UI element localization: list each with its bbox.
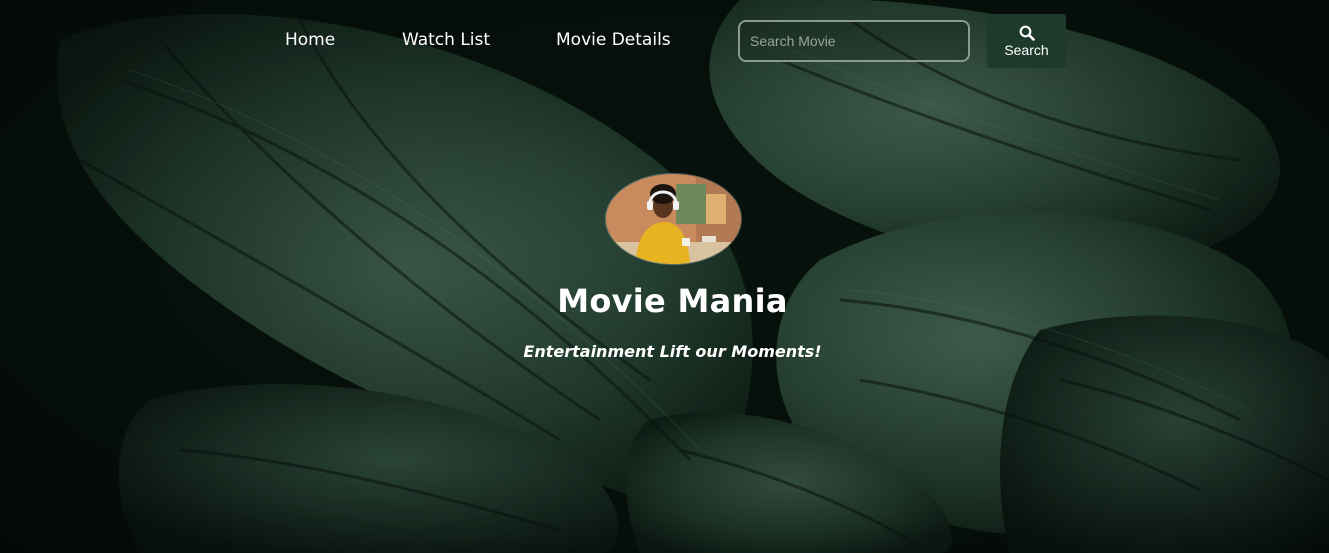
nav-link-watch-list[interactable]: Watch List	[402, 30, 490, 50]
search-button-label: Search	[1004, 41, 1049, 58]
person-with-headphones-photo	[606, 174, 741, 264]
search-input[interactable]	[738, 20, 970, 62]
tagline: Entertainment Lift our Moments!	[523, 342, 822, 361]
nav-link-home[interactable]: Home	[285, 30, 335, 50]
top-navbar: Home Watch List Movie Details Search	[0, 0, 1329, 82]
background-overlay	[0, 0, 1329, 553]
search-button[interactable]: Search	[987, 14, 1066, 68]
nav-link-movie-details[interactable]: Movie Details	[556, 30, 671, 50]
page: Home Watch List Movie Details Search Mov…	[0, 0, 1329, 553]
page-title: Movie Mania	[557, 282, 788, 320]
search-icon	[1019, 25, 1035, 41]
avatar	[605, 173, 742, 265]
